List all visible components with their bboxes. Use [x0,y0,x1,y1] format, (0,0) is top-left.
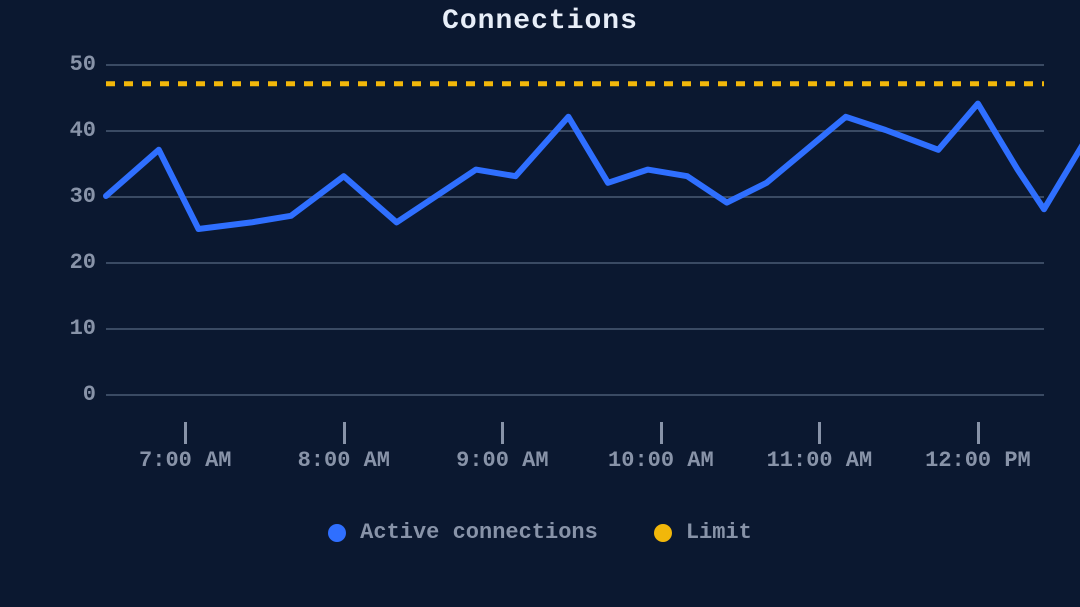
x-tick-label: 7:00 AM [139,448,231,473]
legend-label-active: Active connections [360,520,598,545]
plot-area [106,64,1044,394]
x-tick-label: 12:00 PM [925,448,1031,473]
x-tick-label: 9:00 AM [456,448,548,473]
x-tick-mark [977,422,980,444]
y-tick-label: 30 [56,184,96,209]
x-tick-mark [818,422,821,444]
active-series-line [106,104,1080,229]
legend-item-limit: Limit [654,520,752,545]
x-tick-label: 10:00 AM [608,448,714,473]
legend-label-limit: Limit [686,520,752,545]
chart-svg [106,64,1044,394]
x-tick-mark [343,422,346,444]
chart-legend: Active connections Limit [0,520,1080,545]
x-tick-mark [501,422,504,444]
legend-dot-limit [654,524,672,542]
gridline [106,394,1044,396]
x-tick-mark [660,422,663,444]
y-tick-label: 40 [56,118,96,143]
chart-title: Connections [0,6,1080,37]
x-tick-label: 8:00 AM [298,448,390,473]
x-tick-label: 11:00 AM [767,448,873,473]
y-tick-label: 50 [56,52,96,77]
connections-chart: Connections 0 10 20 30 40 50 7:00 AM 8:00 AM 9:… [0,0,1080,607]
y-tick-label: 20 [56,250,96,275]
y-tick-label: 10 [56,316,96,341]
legend-item-active: Active connections [328,520,598,545]
x-tick-mark [184,422,187,444]
legend-dot-active [328,524,346,542]
y-tick-label: 0 [56,382,96,407]
